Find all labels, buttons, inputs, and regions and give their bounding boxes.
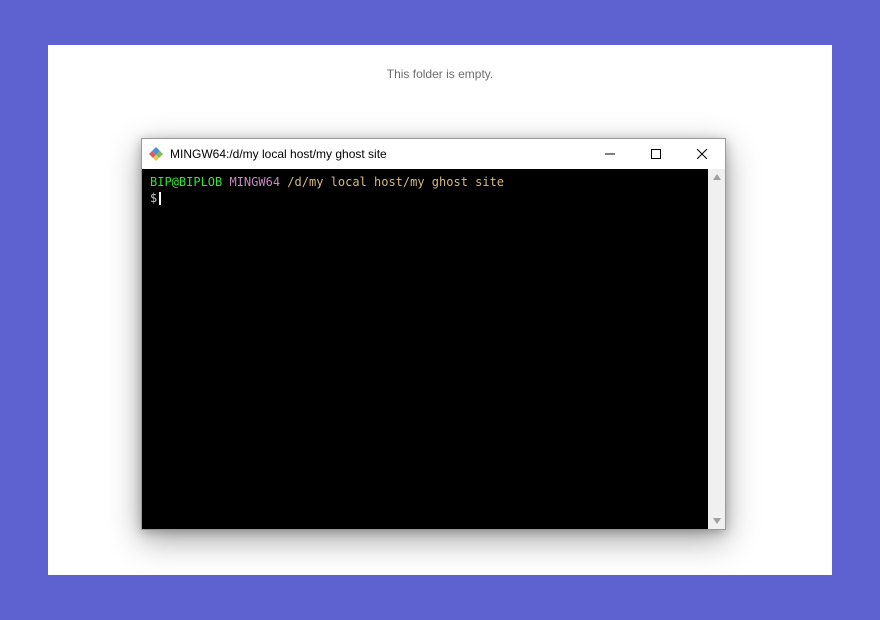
prompt-system: MINGW64 (229, 175, 280, 189)
titlebar-left: MINGW64:/d/my local host/my ghost site (148, 146, 387, 162)
minimize-button[interactable] (587, 139, 633, 169)
scroll-down-arrow[interactable] (711, 515, 723, 527)
prompt-char: $ (150, 191, 157, 205)
prompt-user: BIP@BIPLOB (150, 175, 222, 189)
window-title: MINGW64:/d/my local host/my ghost site (170, 147, 387, 161)
maximize-button[interactable] (633, 139, 679, 169)
empty-folder-message: This folder is empty. (48, 67, 832, 81)
titlebar[interactable]: MINGW64:/d/my local host/my ghost site (142, 139, 725, 169)
window-controls (587, 139, 725, 169)
terminal-body[interactable]: BIP@BIPLOB MINGW64 /d/my local host/my g… (142, 169, 708, 529)
cursor (159, 192, 161, 205)
close-button[interactable] (679, 139, 725, 169)
prompt-path: /d/my local host/my ghost site (287, 175, 504, 189)
scrollbar[interactable] (708, 169, 725, 529)
terminal-window: MINGW64:/d/my local host/my ghost site B… (141, 138, 726, 530)
terminal-body-wrap: BIP@BIPLOB MINGW64 /d/my local host/my g… (142, 169, 725, 529)
scroll-up-arrow[interactable] (711, 171, 723, 183)
mingw-icon (148, 146, 164, 162)
